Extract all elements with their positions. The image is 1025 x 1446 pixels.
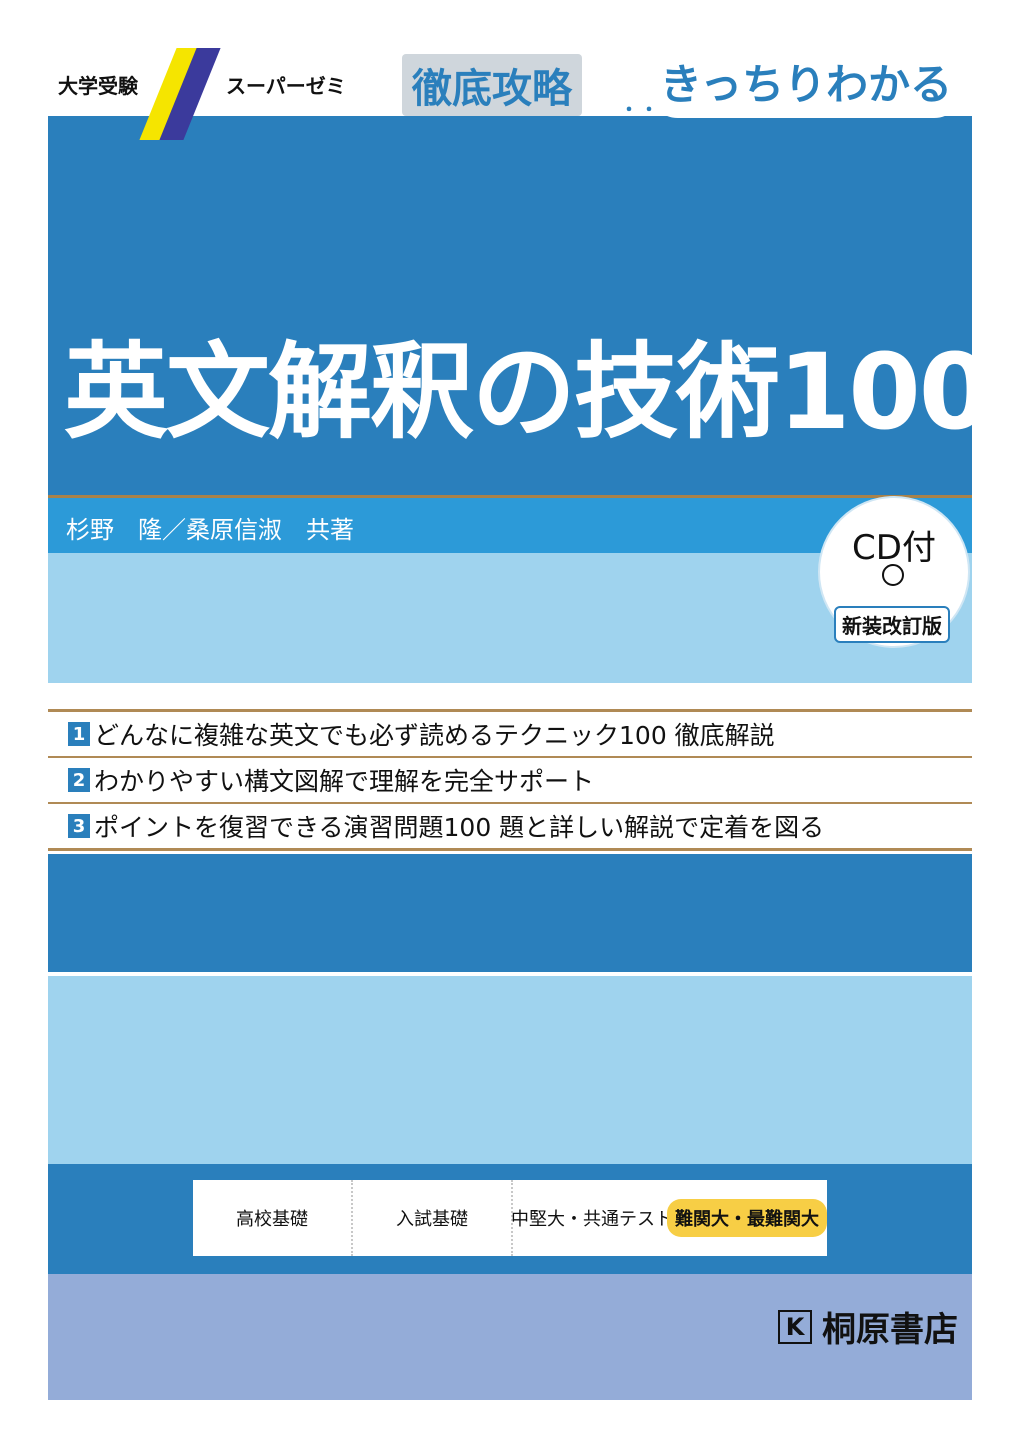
feature-number: 3 xyxy=(68,814,90,838)
level-koukou-kiso: 高校基礎 xyxy=(193,1180,353,1256)
feature-item: 3 ポイントを復習できる演習問題100 題と詳しい解説で定着を図る xyxy=(48,802,972,848)
publisher-logo-icon: K xyxy=(778,1309,812,1344)
cd-label: CD付 xyxy=(852,528,936,568)
level-nankan: 難関大・最難関大 xyxy=(667,1180,827,1256)
edition-badge: 新装改訂版 xyxy=(834,606,950,643)
feature-text: わかりやすい構文図解で理解を完全サポート xyxy=(94,767,595,796)
mid-blue-band xyxy=(48,854,972,972)
feature-text: ポイントを復習できる演習問題100 題と詳しい解説で定着を図る xyxy=(94,813,825,842)
feature-list: 1 どんなに複雑な英文でも必ず読めるテクニック100 徹底解説 2 わかりやすい… xyxy=(48,712,972,848)
cd-badge: CD付 新装改訂版 xyxy=(820,498,968,646)
feature-text: どんなに複雑な英文でも必ず読めるテクニック100 徹底解説 xyxy=(94,721,775,750)
authors: 杉野 隆／桑原信淑 共著 xyxy=(66,516,354,544)
divider-line xyxy=(48,848,972,851)
level-highlight: 難関大・最難関大 xyxy=(667,1199,827,1237)
tagline-tettei: 徹底攻略 xyxy=(402,54,582,116)
cd-disc-icon xyxy=(882,564,904,586)
tagline-kicchiri: きっちりわかる xyxy=(648,44,964,118)
series-tag-right: スーパーゼミ xyxy=(226,73,346,98)
feature-item: 2 わかりやすい構文図解で理解を完全サポート xyxy=(48,756,972,802)
light-blue-band xyxy=(48,976,972,1164)
level-nyushi-kiso: 入試基礎 xyxy=(353,1180,513,1256)
feature-number: 2 xyxy=(68,768,90,792)
series-tag-left: 大学受験 xyxy=(58,73,138,98)
level-chuken: 中堅大・共通テスト xyxy=(511,1209,673,1230)
feature-item: 1 どんなに複雑な英文でも必ず読めるテクニック100 徹底解説 xyxy=(48,712,972,756)
publisher: K 桐原書店 xyxy=(778,1302,958,1351)
book-cover: 大学受験 スーパーゼミ 徹底攻略 ・・ きっちりわかる 英文解釈の技術100 杉… xyxy=(48,44,991,1400)
book-title: 英文解釈の技術100 xyxy=(64,331,991,453)
level-scale: 高校基礎 入試基礎 中堅大・共通テスト 難関大・最難関大 xyxy=(193,1180,827,1256)
feature-number: 1 xyxy=(68,722,90,746)
publisher-name: 桐原書店 xyxy=(822,1310,958,1350)
